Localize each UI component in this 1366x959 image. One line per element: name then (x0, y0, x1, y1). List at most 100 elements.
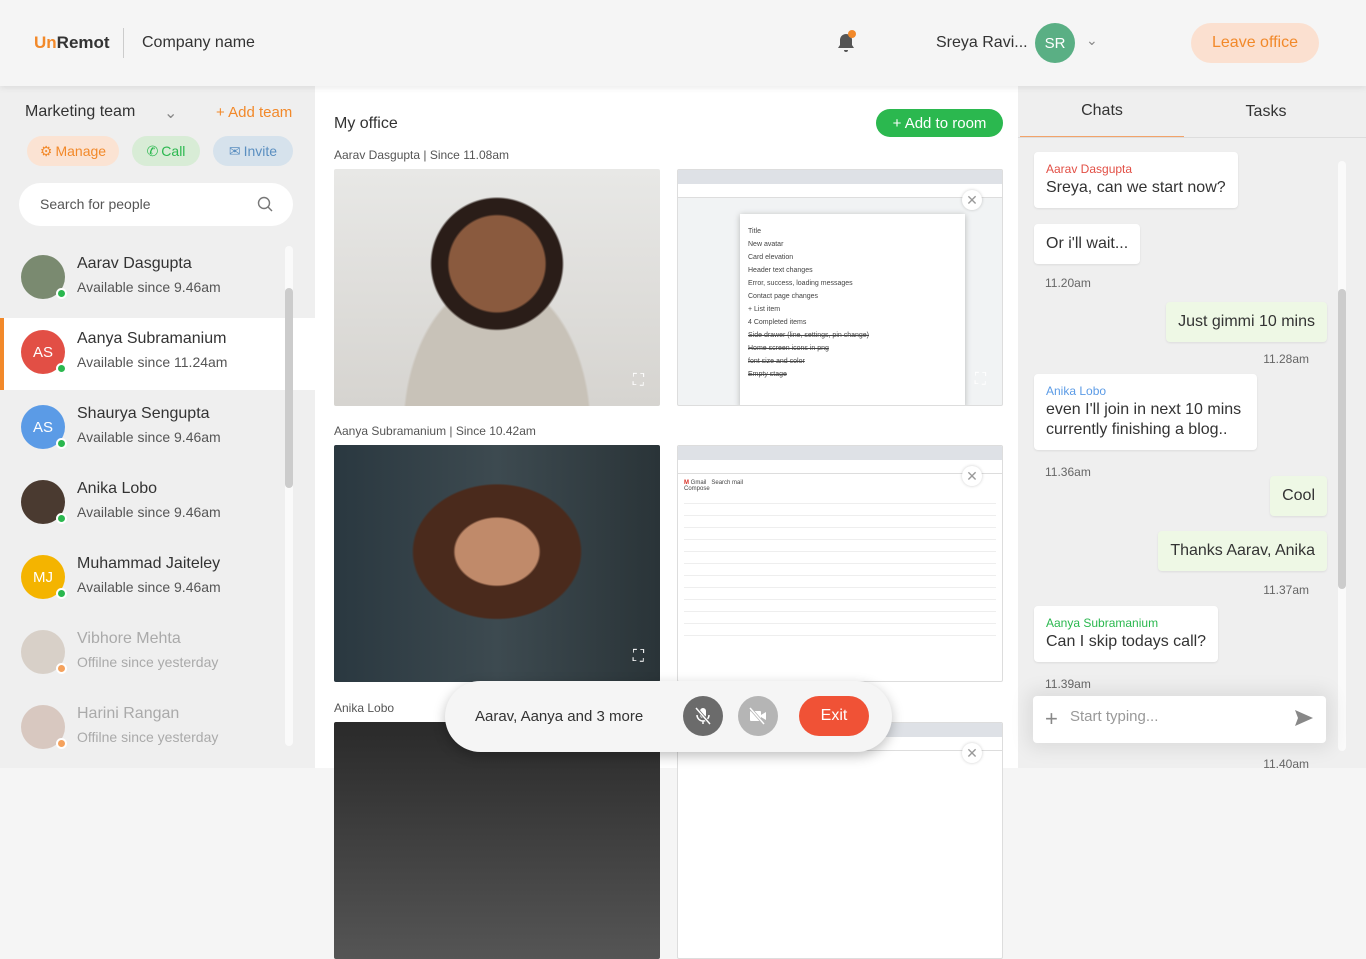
message-input[interactable] (1070, 708, 1280, 725)
top-bar: UnRemot Company name Sreya Ravi... SR ⌄ … (0, 0, 1366, 86)
keep-item: New avatar (748, 241, 784, 248)
leave-office-button[interactable]: Leave office (1191, 23, 1319, 63)
gear-icon: ⚙ (39, 142, 53, 159)
avatar (21, 630, 67, 674)
company-name: Company name (142, 34, 255, 51)
contact-name: Aarav Dasgupta (77, 255, 192, 272)
user-name[interactable]: Sreya Ravi... (936, 34, 1028, 52)
close-icon[interactable]: ✕ (962, 743, 982, 763)
participant-label: Aarav Dasgupta | Since 11.08am (334, 148, 509, 162)
contact-item[interactable]: AS Shaurya Sengupta Available since 9.46… (0, 393, 290, 465)
contact-name: Muhammad Jaiteley (77, 555, 221, 572)
message-time: 11.28am (1263, 352, 1309, 366)
camera-off-button[interactable] (738, 696, 778, 736)
contact-item[interactable]: AS Aanya Subramanium Available since 11.… (0, 318, 315, 390)
screen-share[interactable]: ✕ (677, 722, 1003, 959)
status-dot (56, 438, 67, 449)
notification-bell-icon[interactable] (836, 30, 856, 54)
message-text: Cool (1282, 487, 1315, 504)
contact-status: Offilne since yesterday (77, 654, 219, 670)
close-icon[interactable]: ✕ (962, 466, 982, 486)
chat-message: Just gimmi 10 mins (1166, 302, 1327, 342)
contact-name: Shaurya Sengupta (77, 405, 210, 422)
sidebar-scrollbar[interactable] (285, 246, 293, 746)
message-sender: Aanya Subramanium (1046, 616, 1159, 630)
send-icon[interactable] (1294, 709, 1314, 727)
contact-item[interactable]: MJ Muhammad Jaiteley Available since 9.4… (0, 543, 290, 615)
mute-mic-button[interactable] (683, 696, 723, 736)
fullscreen-icon[interactable]: ⛶ (975, 371, 986, 389)
keep-item: Header text changes (748, 267, 813, 274)
manage-button[interactable]: ⚙ Manage (27, 136, 119, 166)
contact-item[interactable]: Harini Rangan Offilne since yesterday (0, 693, 290, 765)
keep-item: font size and color (748, 358, 805, 365)
keep-item: + List item (748, 306, 781, 313)
fullscreen-icon[interactable]: ⛶ (633, 648, 644, 666)
chat-message: Aarav Dasgupta Sreya, can we start now? (1034, 152, 1238, 208)
avatar: AS (21, 405, 67, 449)
call-participants: Aarav, Aanya and 3 more (475, 708, 644, 725)
contact-status: Available since 9.46am (77, 504, 221, 520)
message-time: 11.39am (1045, 677, 1091, 691)
chevron-down-icon[interactable]: ⌄ (164, 103, 177, 123)
exit-call-button[interactable]: Exit (799, 696, 869, 736)
chat-message: Anika Lobo even I'll join in next 10 mins… (1034, 374, 1257, 450)
chat-message: Thanks Aarav, Anika (1158, 531, 1327, 571)
contact-name: Anika Lobo (77, 480, 158, 497)
avatar: MJ (21, 555, 67, 599)
contact-item[interactable]: Anika Lobo Available since 9.46am (0, 468, 290, 540)
fullscreen-icon[interactable]: ⛶ (975, 647, 986, 665)
keep-item: Contact page changes (748, 293, 819, 300)
participant-label: Anika Lobo (334, 701, 395, 715)
contact-item[interactable]: Vibhore Mehta Offilne since yesterday (0, 618, 290, 690)
avatar (21, 480, 67, 524)
notification-dot (848, 30, 856, 38)
chat-panel: Chats Tasks Aarav Dasgupta Sreya, can we … (1018, 86, 1366, 771)
message-time: 11.37am (1263, 583, 1309, 597)
screen-share-gmail[interactable]: M Gmail Search mail Compose ✕ ⛶ (677, 445, 1003, 682)
message-text: Just gimmi 10 mins (1178, 313, 1315, 330)
close-icon[interactable]: ✕ (962, 190, 982, 210)
message-text: even I'll join in next 10 mins currently… (1046, 401, 1242, 438)
status-dot (56, 288, 67, 299)
chat-message: Cool (1270, 476, 1327, 516)
chat-scrollbar[interactable] (1338, 161, 1346, 751)
status-dot (56, 588, 67, 599)
tab-chats[interactable]: Chats (1020, 86, 1184, 138)
phone-icon: ✆ (146, 142, 159, 159)
message-text: Thanks Aarav, Anika (1170, 542, 1315, 559)
team-selector[interactable]: Marketing team (25, 103, 135, 121)
user-avatar[interactable]: SR (1035, 23, 1075, 63)
keep-item: Empty stage (748, 371, 787, 378)
add-team-link[interactable]: + Add team (216, 104, 292, 121)
chevron-down-icon[interactable]: ⌄ (1086, 32, 1098, 49)
invite-button[interactable]: ✉ Invite (213, 136, 293, 166)
search-icon (257, 196, 273, 212)
message-sender: Aarav Dasgupta (1046, 162, 1133, 176)
screen-share-keep[interactable]: Title New avatar Card elevation Header tex… (677, 169, 1003, 406)
video-tile-aanya[interactable]: ⛶ (334, 445, 660, 682)
keep-item: Card elevation (748, 254, 794, 261)
message-text: Can I skip todays call? (1046, 633, 1207, 650)
video-tile-anika[interactable] (334, 722, 660, 959)
status-dot (56, 513, 67, 524)
message-text: Sreya, can we start now? (1046, 179, 1226, 196)
keep-note: Title New avatar Card elevation Header tex… (740, 214, 965, 405)
status-dot (56, 663, 67, 674)
keep-item: 4 Completed items (748, 319, 807, 326)
divider (123, 28, 124, 58)
message-time: 11.20am (1045, 276, 1091, 290)
fullscreen-icon[interactable]: ⛶ (633, 372, 644, 390)
contact-name: Aanya Subramanium (77, 330, 227, 347)
search-input[interactable]: Search for people (19, 183, 293, 226)
tab-tasks[interactable]: Tasks (1184, 86, 1348, 138)
plus-icon[interactable]: + (1045, 706, 1058, 732)
camera-off-icon (748, 707, 766, 725)
message-composer: + (1033, 696, 1326, 743)
call-button[interactable]: ✆ Call (132, 136, 200, 166)
contact-status: Available since 9.46am (77, 279, 221, 295)
add-to-room-button[interactable]: + Add to room (876, 109, 1003, 137)
contact-status: Offilne since yesterday (77, 729, 219, 745)
video-tile-aarav[interactable]: ⛶ (334, 169, 660, 406)
contact-item[interactable]: Aarav Dasgupta Available since 9.46am (0, 243, 290, 315)
